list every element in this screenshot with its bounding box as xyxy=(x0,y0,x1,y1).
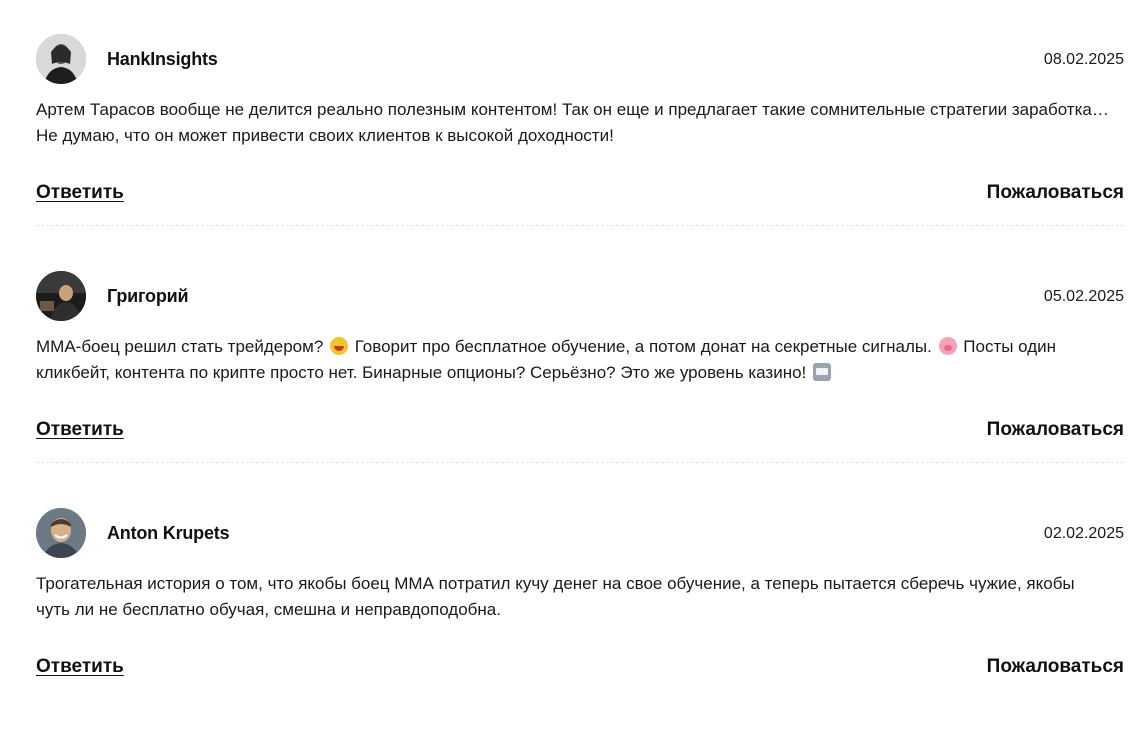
avatar[interactable] xyxy=(36,271,86,321)
comment-header: HankInsights 08.02.2025 xyxy=(36,34,1124,84)
comment-actions: Ответить Пожаловаться xyxy=(36,182,1124,210)
comment-date: 08.02.2025 xyxy=(1043,51,1124,68)
comment-text-part: Трогательная история о том, что якобы бо… xyxy=(36,574,1075,619)
report-link[interactable]: Пожаловаться xyxy=(987,656,1124,678)
avatar[interactable] xyxy=(36,508,86,558)
comment-text: Артем Тарасов вообще не делится реально … xyxy=(36,97,1111,149)
report-link[interactable]: Пожаловаться xyxy=(987,182,1124,204)
comment-actions: Ответить Пожаловаться xyxy=(36,419,1124,447)
comment-text-part: ММА-боец решил стать трейдером? xyxy=(36,337,328,356)
slot-machine-icon xyxy=(813,363,832,381)
comment-item: HankInsights 08.02.2025 Артем Тарасов во… xyxy=(36,34,1124,271)
reply-link[interactable]: Ответить xyxy=(36,656,124,678)
comment-item: Григорий 05.02.2025 ММА-боец решил стать… xyxy=(36,271,1124,508)
avatar-image xyxy=(36,271,86,321)
avatar[interactable] xyxy=(36,34,86,84)
comment-text: Трогательная история о том, что якобы бо… xyxy=(36,571,1111,623)
comment-header: Григорий 05.02.2025 xyxy=(36,271,1124,321)
comment-text-part: Артем Тарасов вообще не делится реально … xyxy=(36,100,1109,145)
comment-actions: Ответить Пожаловаться xyxy=(36,656,1124,684)
avatar-image xyxy=(36,34,86,84)
comment-date: 02.02.2025 xyxy=(1043,525,1124,542)
comment-author: Григорий xyxy=(107,286,189,306)
reply-link[interactable]: Ответить xyxy=(36,419,124,441)
comment-author: Anton Krupets xyxy=(107,523,230,543)
report-link[interactable]: Пожаловаться xyxy=(987,419,1124,441)
comment-author: HankInsights xyxy=(107,49,218,69)
divider xyxy=(36,225,1124,226)
pig-face-icon xyxy=(938,337,957,355)
reply-link[interactable]: Ответить xyxy=(36,182,124,204)
comment-text-part: Говорит про бесплатное обучение, а потом… xyxy=(350,337,937,356)
avatar-image xyxy=(36,508,86,558)
comments-list: HankInsights 08.02.2025 Артем Тарасов во… xyxy=(36,34,1124,745)
divider xyxy=(36,462,1124,463)
comment-header: Anton Krupets 02.02.2025 xyxy=(36,508,1124,558)
comment-text: ММА-боец решил стать трейдером? Говорит … xyxy=(36,334,1111,386)
comment-item: Anton Krupets 02.02.2025 Трогательная ис… xyxy=(36,508,1124,745)
comment-date: 05.02.2025 xyxy=(1043,288,1124,305)
laughing-face-icon xyxy=(330,337,348,355)
